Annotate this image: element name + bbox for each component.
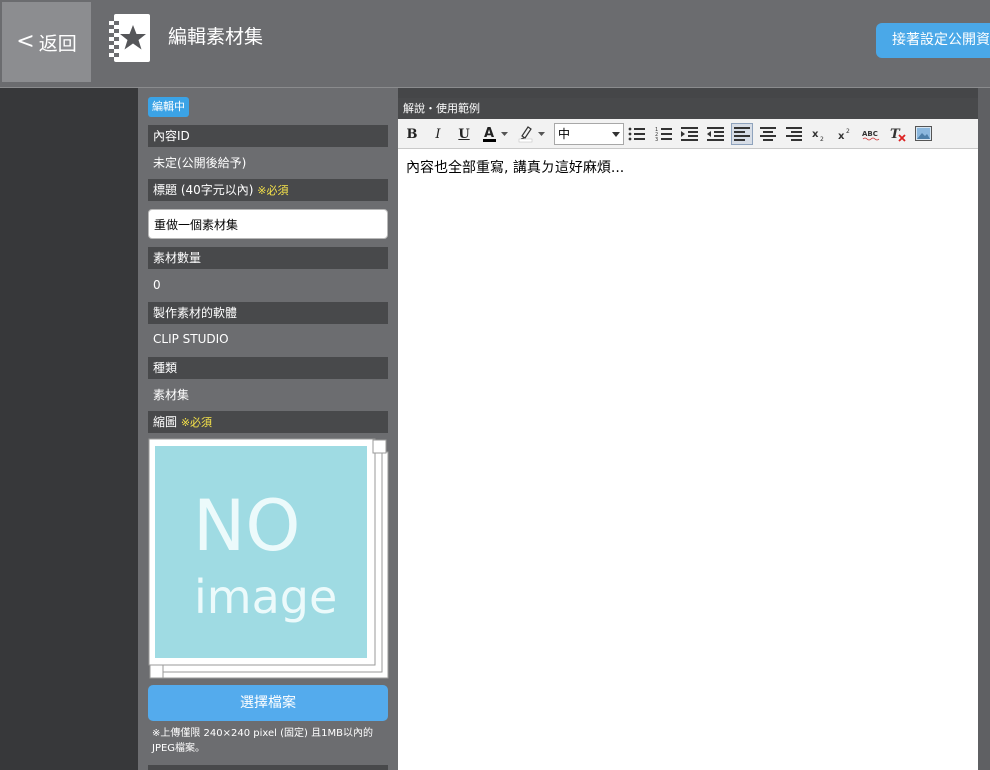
svg-text:ABC: ABC	[862, 130, 878, 138]
status-badge: 編輯中	[148, 97, 189, 117]
back-button[interactable]: < 返回	[2, 2, 91, 82]
software-value: CLIP STUDIO	[153, 332, 229, 346]
left-sidebar	[0, 88, 138, 770]
title-input[interactable]	[148, 209, 388, 239]
outdent-icon[interactable]	[705, 123, 727, 145]
text-color-icon[interactable]: A	[480, 123, 510, 145]
category-value: 素材集	[153, 388, 190, 402]
title-label-text: 標題 (40字元以內)	[153, 183, 254, 197]
item-count-label: 素材數量	[148, 247, 388, 269]
highlight-color-icon[interactable]	[516, 123, 548, 145]
thumbnail-label-text: 縮圖	[153, 415, 178, 429]
svg-text:3: 3	[655, 137, 658, 142]
next-section-header	[148, 765, 388, 770]
align-left-icon[interactable]	[731, 123, 753, 145]
upload-note: ※上傳僅限 240×240 pixel (固定) 且1MB以內的JPEG檔案。	[152, 728, 373, 754]
superscript-icon[interactable]: x 2	[834, 123, 856, 145]
title-required-mark: ※必須	[257, 184, 289, 197]
category-label: 種類	[148, 357, 388, 379]
subscript-icon[interactable]: x 2	[808, 123, 830, 145]
italic-icon[interactable]: I	[427, 123, 449, 145]
content-id-label: 內容ID	[148, 125, 388, 147]
svg-text:A: A	[484, 126, 494, 141]
no-image-text-top: NO	[193, 485, 300, 567]
page-title: 編輯素材集	[168, 26, 264, 48]
editor-scroll-gutter	[978, 88, 990, 770]
underline-icon[interactable]: U	[453, 123, 475, 145]
insert-image-icon[interactable]	[913, 123, 935, 145]
chevron-left-icon: <	[16, 29, 35, 54]
editor-content: 內容也全部重寫, 講真ㄉ這好麻煩...	[406, 160, 625, 176]
thumbnail-label: 縮圖 ※必須	[148, 411, 388, 433]
bold-icon[interactable]: B	[401, 123, 423, 145]
software-label: 製作素材的軟體	[148, 302, 388, 324]
content-id-value: 未定(公開後給予)	[153, 156, 247, 170]
title-label: 標題 (40字元以內) ※必須	[148, 179, 388, 201]
align-right-icon[interactable]	[783, 123, 805, 145]
thumbnail-required-mark: ※必須	[180, 416, 213, 429]
svg-text:x: x	[812, 129, 819, 140]
indent-icon[interactable]	[679, 123, 701, 145]
choose-file-button[interactable]: 選擇檔案	[148, 685, 388, 721]
chevron-down-icon	[612, 132, 620, 137]
font-size-select[interactable]: 中	[554, 123, 624, 145]
svg-text:2: 2	[846, 128, 850, 135]
clear-formatting-icon[interactable]: T	[887, 123, 909, 145]
publish-settings-button[interactable]: 接著設定公開資	[876, 23, 990, 58]
description-editor[interactable]: 內容也全部重寫, 講真ㄉ這好麻煩...	[398, 149, 978, 770]
thumbnail-preview: NO image	[148, 438, 389, 679]
description-label: 解說・使用範例	[398, 98, 978, 119]
svg-text:2: 2	[820, 136, 824, 142]
spellcheck-icon[interactable]: ABC	[861, 123, 885, 145]
back-button-label: 返回	[38, 32, 77, 55]
svg-text:x: x	[838, 131, 845, 142]
item-count-value: 0	[153, 278, 161, 292]
editor-toolbar: B I U A 1 2 3 x 2 x 2 ABC T	[398, 119, 978, 149]
material-set-icon	[109, 14, 150, 62]
no-image-text-bottom: image	[194, 570, 337, 624]
font-size-value: 中	[558, 127, 571, 141]
numbered-list-icon[interactable]: 1 2 3	[653, 123, 675, 145]
bulleted-list-icon[interactable]	[626, 123, 648, 145]
align-center-icon[interactable]	[757, 123, 779, 145]
